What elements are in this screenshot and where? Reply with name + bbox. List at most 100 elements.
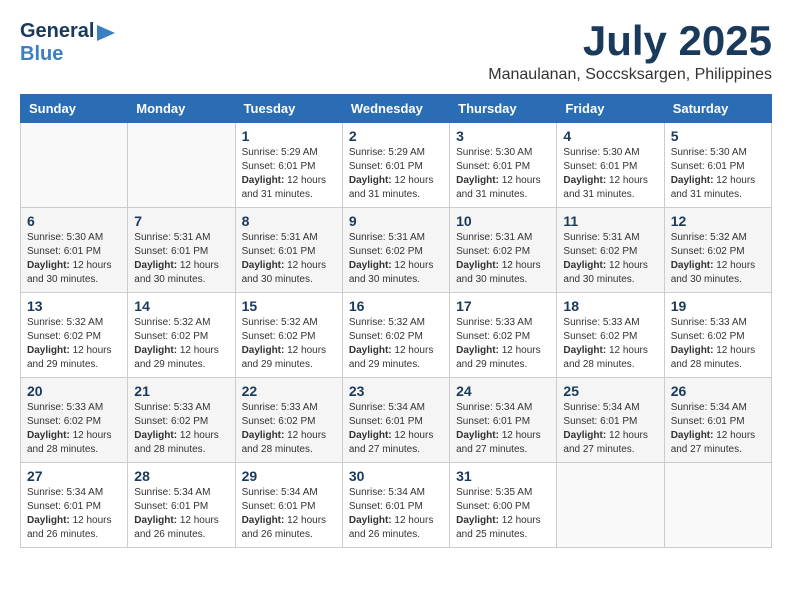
day-info-text: Sunset: 6:01 PM: [671, 415, 765, 429]
day-number: 31: [456, 468, 550, 484]
title-section: July 2025 Manaulanan, Soccsksargen, Phil…: [488, 20, 772, 84]
table-row: 14Sunrise: 5:32 AMSunset: 6:02 PMDayligh…: [128, 293, 235, 378]
day-info-text: Sunset: 6:02 PM: [563, 330, 657, 344]
col-thursday: Thursday: [450, 95, 557, 123]
day-info-text: Sunset: 6:01 PM: [349, 415, 443, 429]
table-row: 1Sunrise: 5:29 AMSunset: 6:01 PMDaylight…: [235, 123, 342, 208]
day-info-text: Sunset: 6:01 PM: [349, 160, 443, 174]
day-info-text: Sunrise: 5:33 AM: [456, 316, 550, 330]
day-info-text: Sunrise: 5:32 AM: [671, 231, 765, 245]
day-info-text: Daylight: 12 hours and 30 minutes.: [456, 259, 550, 287]
day-info-text: Daylight: 12 hours and 29 minutes.: [242, 344, 336, 372]
day-info-text: Sunset: 6:01 PM: [242, 160, 336, 174]
logo-blue-text: Blue: [20, 43, 63, 66]
day-info-text: Sunrise: 5:34 AM: [27, 486, 121, 500]
day-info-text: Sunrise: 5:30 AM: [27, 231, 121, 245]
month-title: July 2025: [488, 20, 772, 62]
day-number: 22: [242, 383, 336, 399]
day-number: 23: [349, 383, 443, 399]
table-row: 26Sunrise: 5:34 AMSunset: 6:01 PMDayligh…: [664, 378, 771, 463]
day-number: 8: [242, 213, 336, 229]
day-info-text: Sunset: 6:02 PM: [27, 415, 121, 429]
day-info-text: Sunrise: 5:33 AM: [563, 316, 657, 330]
day-info-text: Daylight: 12 hours and 31 minutes.: [671, 174, 765, 202]
calendar-table: Sunday Monday Tuesday Wednesday Thursday…: [20, 94, 772, 548]
day-info-text: Sunrise: 5:34 AM: [349, 486, 443, 500]
logo-general-text: General: [20, 20, 94, 43]
day-info-text: Daylight: 12 hours and 26 minutes.: [349, 514, 443, 542]
day-number: 11: [563, 213, 657, 229]
table-row: [664, 463, 771, 548]
day-info-text: Daylight: 12 hours and 30 minutes.: [563, 259, 657, 287]
day-info-text: Sunrise: 5:30 AM: [563, 146, 657, 160]
day-number: 7: [134, 213, 228, 229]
day-info-text: Sunset: 6:01 PM: [134, 500, 228, 514]
day-info-text: Sunset: 6:01 PM: [456, 415, 550, 429]
day-number: 6: [27, 213, 121, 229]
day-number: 1: [242, 128, 336, 144]
table-row: 27Sunrise: 5:34 AMSunset: 6:01 PMDayligh…: [21, 463, 128, 548]
table-row: 29Sunrise: 5:34 AMSunset: 6:01 PMDayligh…: [235, 463, 342, 548]
day-info-text: Sunrise: 5:29 AM: [242, 146, 336, 160]
day-number: 24: [456, 383, 550, 399]
day-number: 14: [134, 298, 228, 314]
day-info-text: Sunrise: 5:30 AM: [671, 146, 765, 160]
day-info-text: Sunset: 6:01 PM: [563, 160, 657, 174]
day-number: 9: [349, 213, 443, 229]
day-info-text: Daylight: 12 hours and 30 minutes.: [134, 259, 228, 287]
day-info-text: Daylight: 12 hours and 29 minutes.: [27, 344, 121, 372]
day-info-text: Sunrise: 5:33 AM: [242, 401, 336, 415]
day-info-text: Sunset: 6:01 PM: [27, 245, 121, 259]
col-saturday: Saturday: [664, 95, 771, 123]
day-info-text: Daylight: 12 hours and 28 minutes.: [134, 429, 228, 457]
col-monday: Monday: [128, 95, 235, 123]
day-info-text: Sunrise: 5:31 AM: [563, 231, 657, 245]
day-info-text: Sunset: 6:01 PM: [349, 500, 443, 514]
day-number: 19: [671, 298, 765, 314]
day-info-text: Sunset: 6:01 PM: [671, 160, 765, 174]
day-info-text: Daylight: 12 hours and 26 minutes.: [27, 514, 121, 542]
table-row: 11 Sunrise: 5:31 AMSunset: 6:02 PMDayligh…: [557, 208, 664, 293]
table-row: 12Sunrise: 5:32 AMSunset: 6:02 PMDayligh…: [664, 208, 771, 293]
table-row: 6 Sunrise: 5:30 AMSunset: 6:01 PMDaylight…: [21, 208, 128, 293]
day-number: 17: [456, 298, 550, 314]
logo-arrow-icon: [97, 25, 115, 41]
day-number: 26: [671, 383, 765, 399]
day-info-text: Sunrise: 5:34 AM: [134, 486, 228, 500]
table-row: 22Sunrise: 5:33 AMSunset: 6:02 PMDayligh…: [235, 378, 342, 463]
day-info-text: Sunrise: 5:31 AM: [134, 231, 228, 245]
day-info-text: Daylight: 12 hours and 31 minutes.: [563, 174, 657, 202]
table-row: 8Sunrise: 5:31 AMSunset: 6:01 PMDaylight…: [235, 208, 342, 293]
day-info-text: Sunset: 6:02 PM: [349, 330, 443, 344]
day-info-text: Sunrise: 5:31 AM: [242, 231, 336, 245]
day-info-text: Sunset: 6:01 PM: [27, 500, 121, 514]
day-info-text: Sunrise: 5:33 AM: [27, 401, 121, 415]
day-info-text: Daylight: 12 hours and 25 minutes.: [456, 514, 550, 542]
day-info-text: Sunset: 6:01 PM: [563, 415, 657, 429]
table-row: 24Sunrise: 5:34 AMSunset: 6:01 PMDayligh…: [450, 378, 557, 463]
day-number: 20: [27, 383, 121, 399]
day-number: 12: [671, 213, 765, 229]
day-info-text: Daylight: 12 hours and 30 minutes.: [349, 259, 443, 287]
day-info-text: Sunrise: 5:34 AM: [456, 401, 550, 415]
day-info-text: Sunset: 6:02 PM: [242, 330, 336, 344]
day-info-text: Sunset: 6:02 PM: [671, 330, 765, 344]
calendar-week-row: 1Sunrise: 5:29 AMSunset: 6:01 PMDaylight…: [21, 123, 772, 208]
calendar-week-row: 20Sunrise: 5:33 AMSunset: 6:02 PMDayligh…: [21, 378, 772, 463]
table-row: 15Sunrise: 5:32 AMSunset: 6:02 PMDayligh…: [235, 293, 342, 378]
day-number: 10: [456, 213, 550, 229]
table-row: [557, 463, 664, 548]
day-info-text: Daylight: 12 hours and 30 minutes.: [27, 259, 121, 287]
day-number: 15: [242, 298, 336, 314]
day-info-text: Sunset: 6:02 PM: [563, 245, 657, 259]
day-info-text: Sunset: 6:00 PM: [456, 500, 550, 514]
day-info-text: Daylight: 12 hours and 26 minutes.: [242, 514, 336, 542]
day-info-text: Daylight: 12 hours and 26 minutes.: [134, 514, 228, 542]
day-info-text: Sunrise: 5:30 AM: [456, 146, 550, 160]
day-info-text: Sunset: 6:01 PM: [242, 245, 336, 259]
day-number: 28: [134, 468, 228, 484]
day-info-text: Sunset: 6:02 PM: [456, 330, 550, 344]
table-row: [128, 123, 235, 208]
day-info-text: Sunset: 6:01 PM: [134, 245, 228, 259]
day-info-text: Daylight: 12 hours and 27 minutes.: [349, 429, 443, 457]
